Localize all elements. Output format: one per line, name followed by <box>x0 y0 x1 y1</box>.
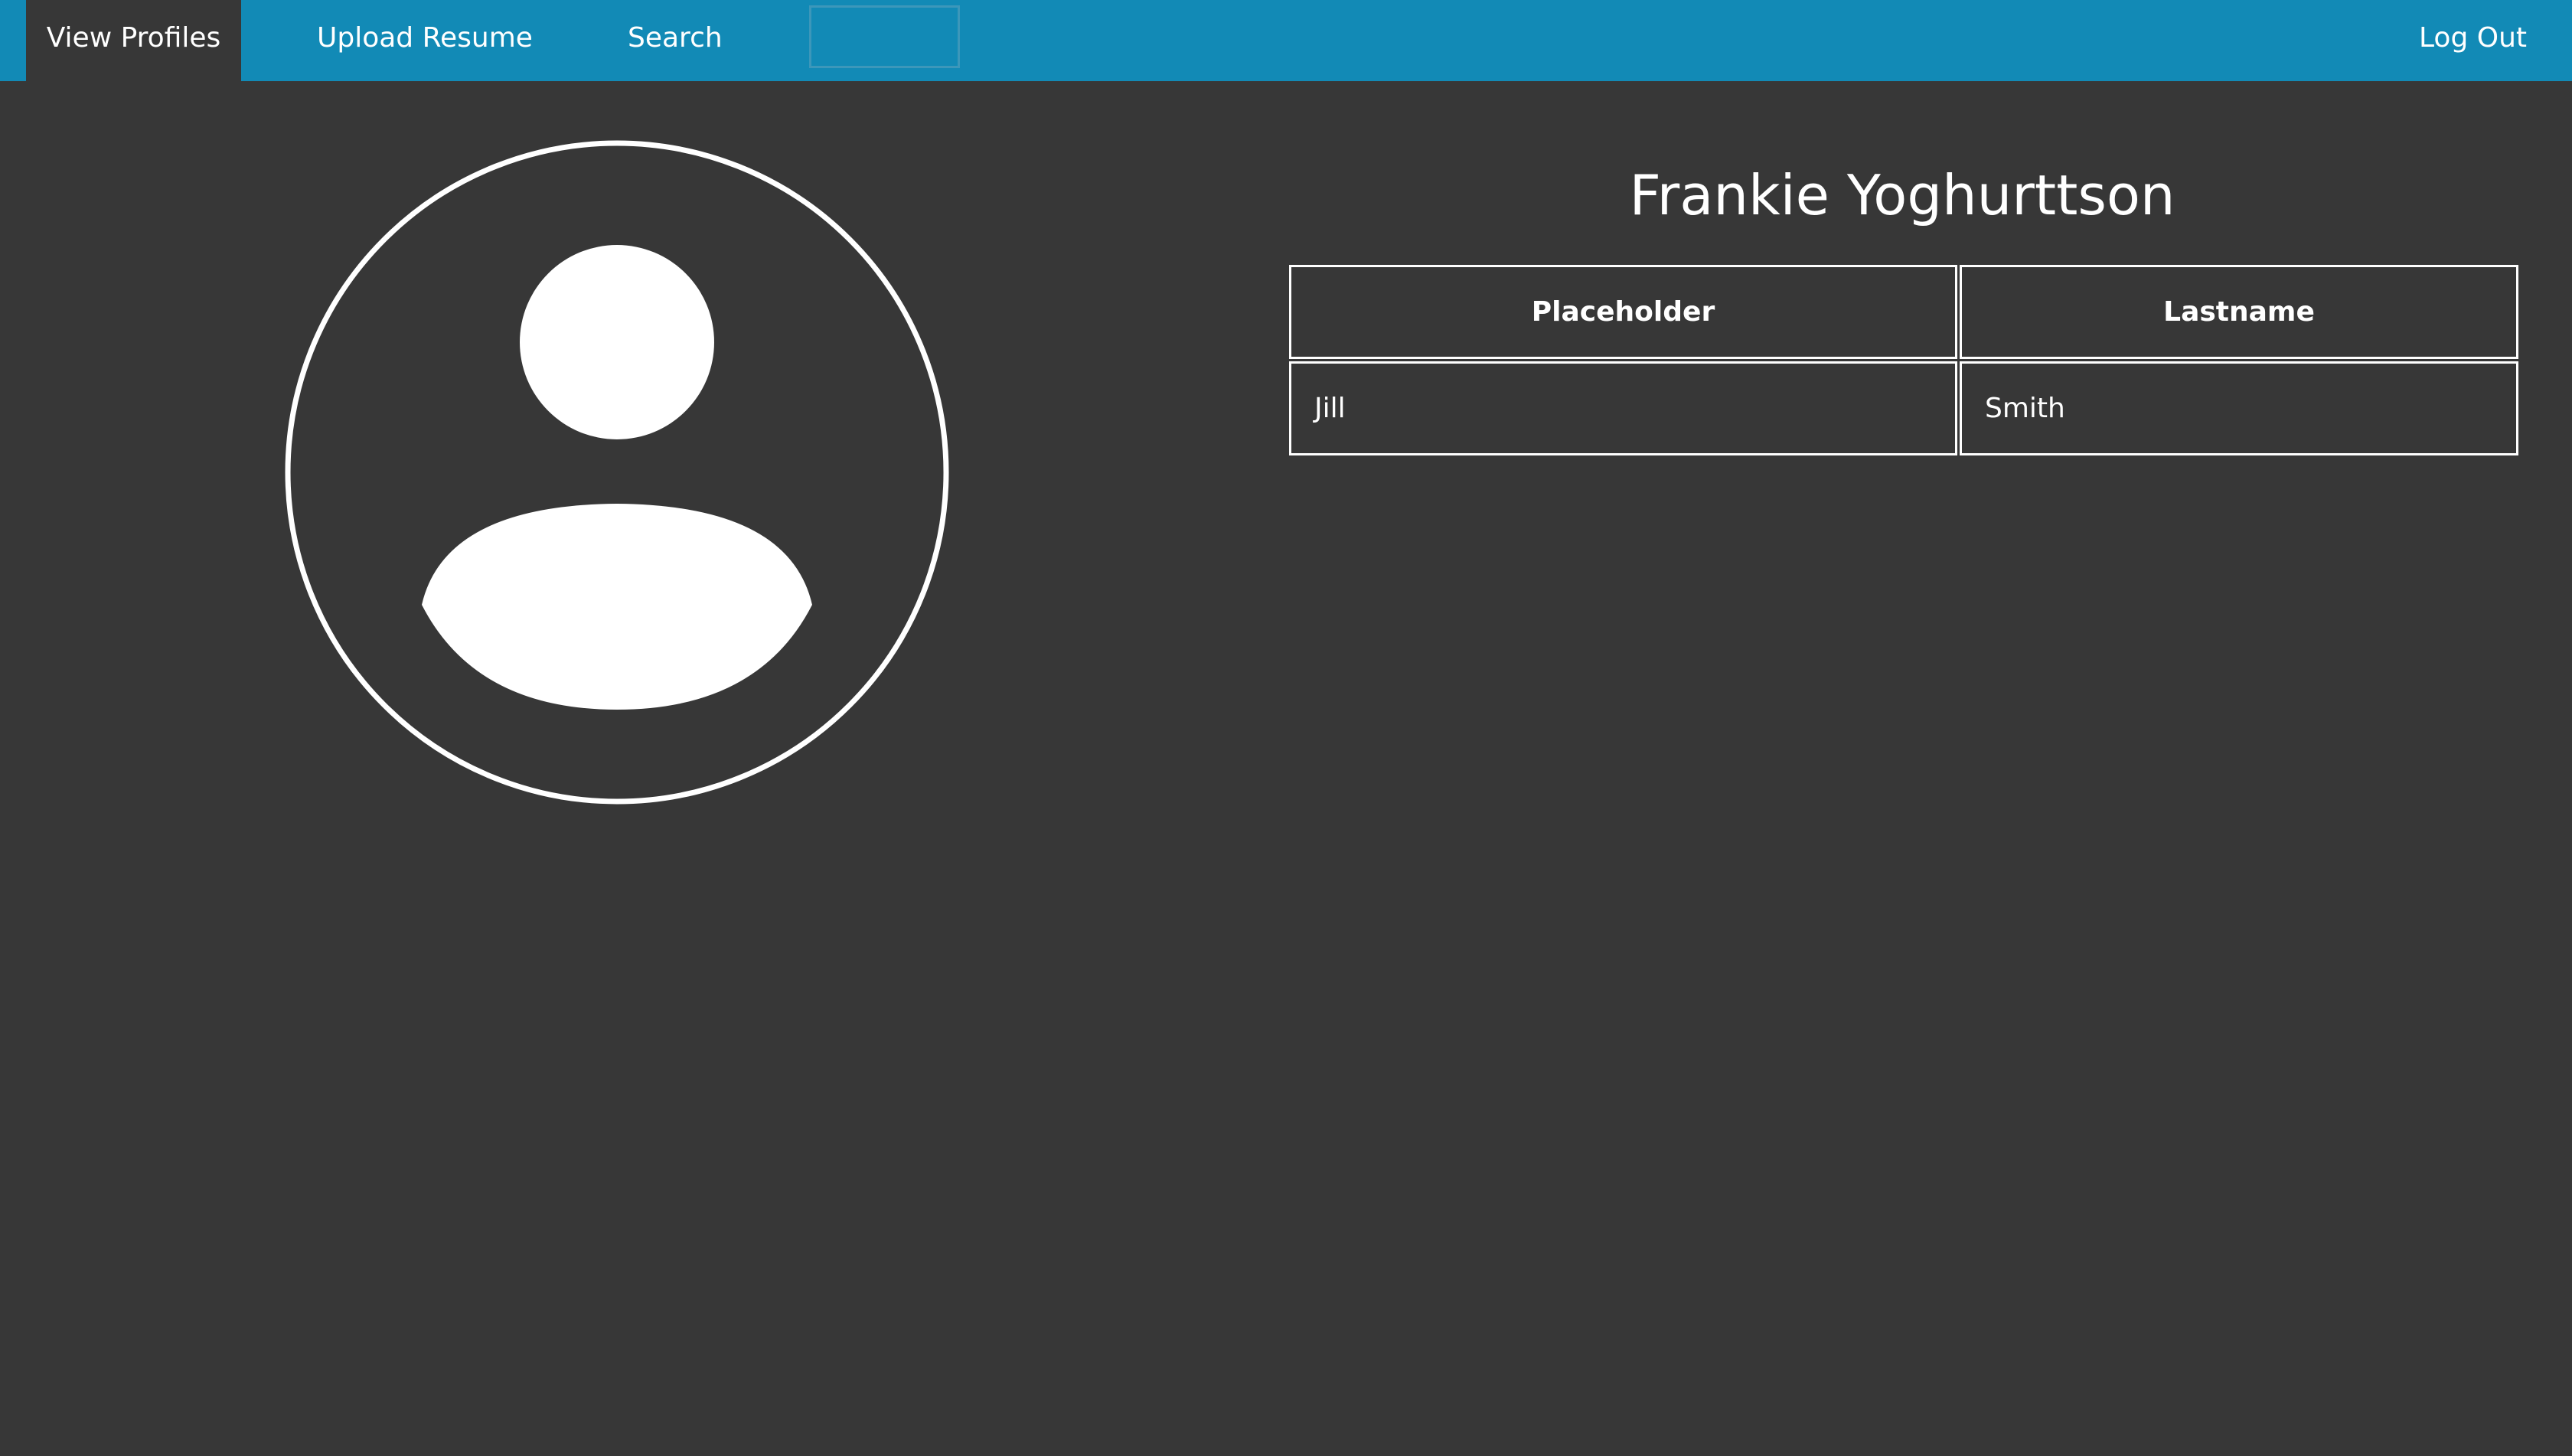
table-cell-lastname: Smith <box>1960 361 2518 455</box>
nav-view-profiles[interactable]: View Profiles <box>26 0 241 81</box>
table-header-lastname: Lastname <box>1960 265 2518 359</box>
table-cell-placeholder: Jill <box>1289 361 1957 455</box>
top-navbar: View Profiles Upload Resume Search Log O… <box>0 0 2572 81</box>
profile-name: Frankie Yoghurttson <box>1629 163 2175 227</box>
user-avatar-icon <box>285 140 949 805</box>
nav-upload-resume[interactable]: Upload Resume <box>317 0 533 81</box>
logout-link[interactable]: Log Out <box>2419 0 2527 81</box>
search-input[interactable] <box>809 5 960 68</box>
nav-search[interactable]: Search <box>628 0 723 81</box>
table-header-placeholder: Placeholder <box>1289 265 1957 359</box>
